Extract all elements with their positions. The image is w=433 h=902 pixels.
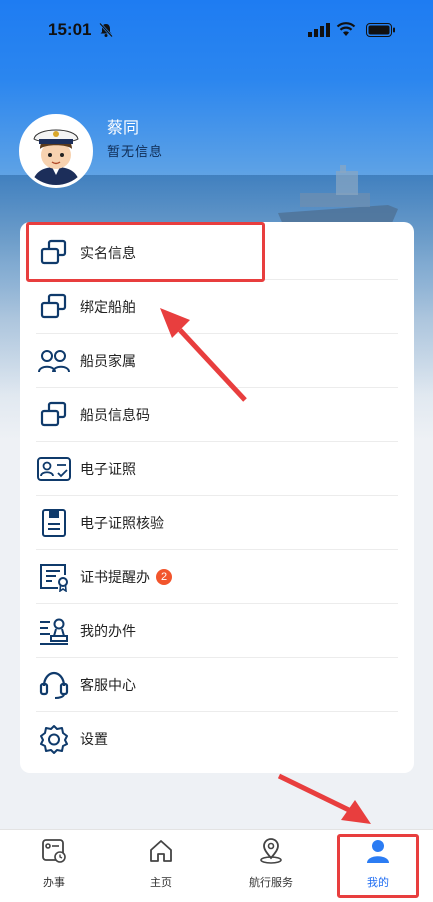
services-icon (42, 839, 66, 863)
notification-badge: 2 (156, 568, 172, 585)
menu-item-label: 电子证照核验 (80, 515, 164, 532)
status-time: 15:01 (48, 20, 92, 39)
menu-item-label: 电子证照 (80, 461, 136, 478)
certificate-icon (36, 559, 72, 595)
menu-item-label: 船员信息码 (80, 407, 150, 424)
menu-item-settings[interactable]: 设置 (36, 712, 398, 766)
tab-home[interactable]: 主页 (126, 838, 196, 894)
highlight-box-profile-tab (337, 834, 419, 898)
user-info: 暂无信息 (107, 145, 164, 160)
menu-item-e-license[interactable]: 电子证照 (36, 442, 398, 496)
menu-card: 实名信息 绑定船舶 船员家属 船员信息码 电子证照 电子证照核验 证书提醒办 2… (20, 222, 414, 773)
menu-item-label: 船员家属 (80, 353, 136, 370)
annotation-arrow-down (277, 773, 371, 824)
sailor-avatar-icon (22, 117, 90, 185)
menu-item-label: 证书提醒办 (80, 569, 150, 586)
tab-label: 航行服务 (249, 876, 293, 889)
gear-icon (36, 721, 72, 757)
tab-label: 主页 (150, 876, 172, 889)
location-icon (260, 838, 282, 864)
my-task-icon (36, 613, 72, 649)
menu-item-label: 设置 (80, 732, 108, 748)
family-icon (36, 343, 72, 379)
status-bar: 15:01 (0, 0, 433, 60)
link-ship-icon (36, 289, 72, 325)
battery-icon (366, 23, 395, 37)
headset-icon (36, 667, 72, 703)
bell-muted-icon (99, 22, 113, 38)
menu-item-label: 我的办件 (80, 623, 136, 640)
tab-navigation[interactable]: 航行服务 (236, 838, 306, 894)
menu-item-license-verify[interactable]: 电子证照核验 (36, 496, 398, 550)
menu-item-bind-ship[interactable]: 绑定船舶 (36, 280, 398, 334)
user-name: 蔡同 (107, 118, 140, 137)
menu-item-label: 客服中心 (80, 677, 136, 694)
menu-item-label: 绑定船舶 (80, 299, 136, 316)
tab-label: 办事 (43, 876, 65, 889)
menu-item-customer-service[interactable]: 客服中心 (36, 658, 398, 712)
highlight-box-real-name (26, 222, 265, 282)
verify-icon (36, 505, 72, 541)
menu-item-family[interactable]: 船员家属 (36, 334, 398, 388)
license-icon (36, 451, 72, 487)
menu-item-certificate-reminder[interactable]: 证书提醒办 2 (36, 550, 398, 604)
avatar[interactable] (19, 114, 93, 188)
home-icon (150, 840, 172, 862)
wifi-icon (336, 22, 356, 36)
tab-services[interactable]: 办事 (19, 838, 89, 894)
menu-item-my-tasks[interactable]: 我的办件 (36, 604, 398, 658)
menu-item-crew-code[interactable]: 船员信息码 (36, 388, 398, 442)
qr-info-icon (36, 397, 72, 433)
signal-icon (308, 23, 330, 37)
